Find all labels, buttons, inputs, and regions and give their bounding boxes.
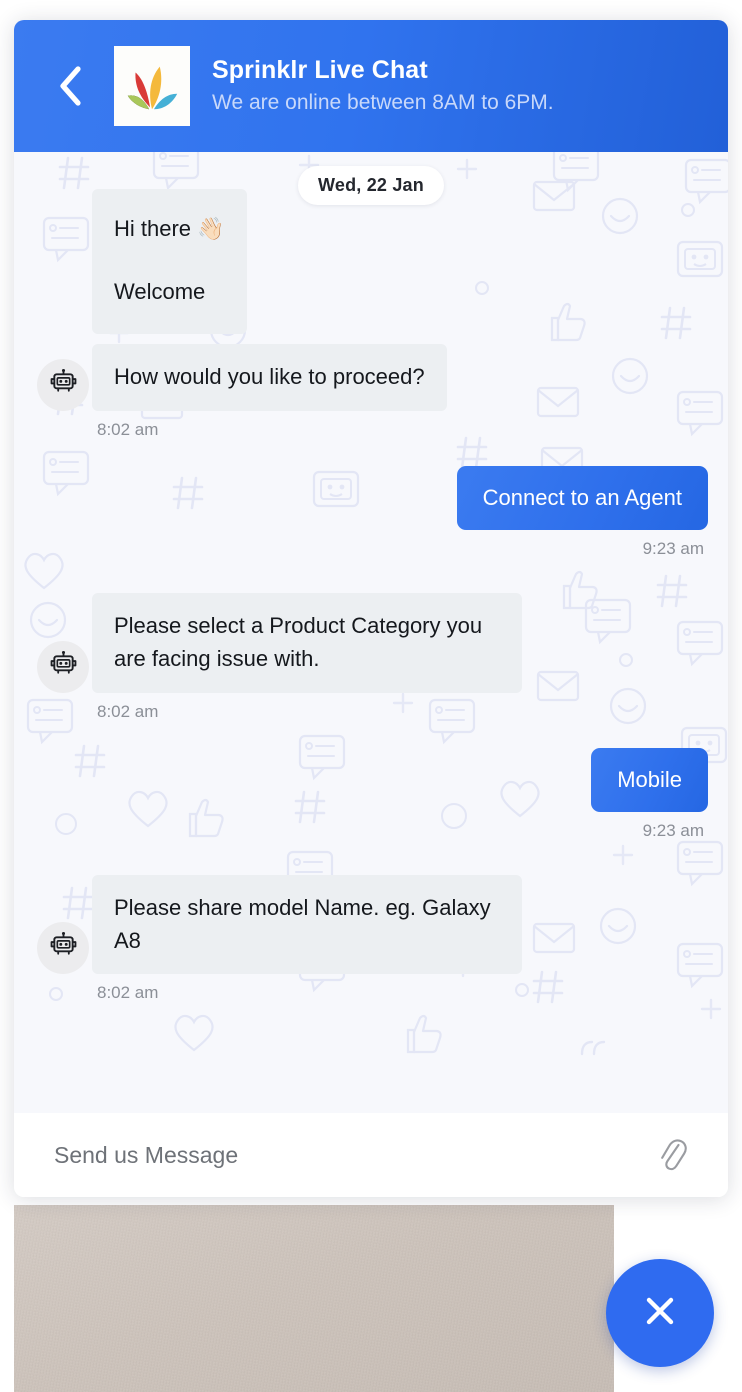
message-timestamp: 8:02 am [97,983,159,1003]
message-bubble-bot: Please select a Product Category you are… [92,593,522,693]
message-timestamp: 8:02 am [97,701,159,721]
message-bubble-user[interactable]: Connect to an Agent [456,465,708,531]
sprinklr-logo [114,46,190,126]
message-bubble-bot: How would you like to proceed? [92,344,447,411]
close-icon [638,1289,682,1338]
header-text-block: Sprinklr Live Chat We are online between… [212,56,554,116]
message-timestamp: 9:23 am [642,539,704,559]
page-background-image [14,1205,614,1392]
page-title: Sprinklr Live Chat [212,56,428,85]
avatar-slot [34,358,92,411]
message-input[interactable] [52,1140,650,1170]
message-composer [14,1113,728,1197]
message-bubble-user[interactable]: Mobile [591,747,708,813]
message-row-bot-proceed: How would you like to proceed? [34,344,708,411]
message-row-bot-category: Please select a Product Category you are… [34,593,708,693]
message-bubble-bot: Hi there 👋🏻 Welcome [92,189,247,335]
message-row-user-mobile: Mobile [34,747,708,813]
message-list[interactable]: Wed, 22 Jan Hi there 👋🏻 Welcome How woul… [14,152,728,1113]
message-row-bot-greeting: Hi there 👋🏻 Welcome [34,189,708,335]
date-divider-row: Wed, 22 Jan [34,166,708,205]
live-chat-widget: Sprinklr Live Chat We are online between… [14,20,728,1197]
robot-icon [50,368,77,401]
robot-icon [50,650,77,683]
message-text: Welcome [114,278,206,304]
availability-status: We are online between 8AM to 6PM. [212,90,554,114]
message-timestamp: 9:23 am [642,821,704,841]
date-divider: Wed, 22 Jan [298,166,444,205]
chevron-left-icon [57,65,83,107]
chat-body: Wed, 22 Jan Hi there 👋🏻 Welcome How woul… [14,152,728,1113]
chat-header: Sprinklr Live Chat We are online between… [14,20,728,152]
message-row-user-connect: Connect to an Agent [34,465,708,531]
message-text: Hi there 👋🏻 [114,216,225,241]
message-timestamp: 8:02 am [97,419,159,439]
attach-button[interactable] [650,1133,694,1177]
avatar-slot [34,640,92,693]
close-widget-button[interactable] [606,1259,714,1367]
avatar [37,922,89,975]
robot-icon [50,932,77,964]
avatar-slot [34,922,92,975]
message-bubble-bot: Please share model Name. eg. Galaxy A8 [92,875,522,975]
paperclip-icon [657,1134,687,1177]
avatar [37,358,89,411]
avatar [37,640,89,693]
back-button[interactable] [48,64,92,108]
screen: Sprinklr Live Chat We are online between… [0,0,742,1392]
message-row-bot-model: Please share model Name. eg. Galaxy A8 [34,875,708,975]
